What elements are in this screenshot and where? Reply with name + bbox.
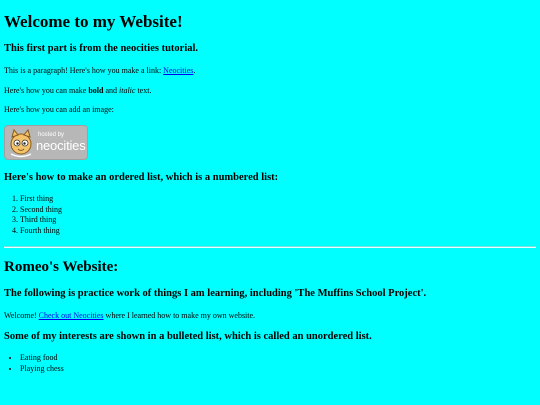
ordered-list-heading: Here's how to make an ordered list, whic… [4, 171, 279, 183]
ordered-list: First thing Second thing Third thing Fou… [4, 194, 536, 236]
badge-container: hosted by neocities [4, 124, 536, 160]
welcome-suffix: where I learned how to make my own websi… [103, 310, 256, 320]
list-item: Third thing [20, 215, 536, 226]
bold-text: bold [88, 85, 104, 95]
interests-list: Eating food Playing chess [4, 353, 536, 374]
format-paragraph: Here's how you can make bold and italic … [4, 86, 536, 96]
welcome-paragraph: Welcome! Check out Neocities where I lea… [4, 311, 536, 321]
badge-neocities-text: neocities [36, 137, 86, 153]
list-item: First thing [20, 194, 536, 205]
interests-heading: Some of my interests are shown in a bull… [4, 330, 372, 342]
list-item: Playing chess [20, 364, 536, 375]
welcome-prefix: Welcome! [4, 310, 39, 320]
link-paragraph-prefix: This is a paragraph! Here's how you make… [4, 65, 164, 75]
list-item: Eating food [20, 353, 536, 364]
italic-text: italic [119, 85, 136, 95]
tutorial-subtitle: This first part is from the neocities tu… [4, 43, 199, 55]
link-paragraph: This is a paragraph! Here's how you make… [4, 66, 536, 76]
page-title: Welcome to my Website! [4, 12, 183, 31]
list-item: Second thing [20, 205, 536, 216]
format-prefix: Here's how you can make [4, 85, 89, 95]
neocities-cat-icon [10, 128, 32, 157]
list-item: Fourth thing [20, 226, 536, 237]
check-out-neocities-link[interactable]: Check out Neocities [39, 311, 104, 320]
neocities-link[interactable]: Neocities [163, 66, 193, 75]
format-middle: and [103, 85, 119, 95]
romeo-title: Romeo's Website: [4, 259, 119, 276]
format-suffix: text. [135, 85, 152, 95]
hosted-by-neocities-badge: hosted by neocities [4, 124, 88, 160]
page-content: Welcome to my Website! This first part i… [4, 12, 536, 374]
romeo-subtitle: The following is practice work of things… [4, 288, 427, 300]
image-paragraph: Here's how you can add an image: [4, 105, 114, 115]
link-paragraph-suffix: . [193, 65, 196, 75]
section-divider [4, 246, 536, 249]
